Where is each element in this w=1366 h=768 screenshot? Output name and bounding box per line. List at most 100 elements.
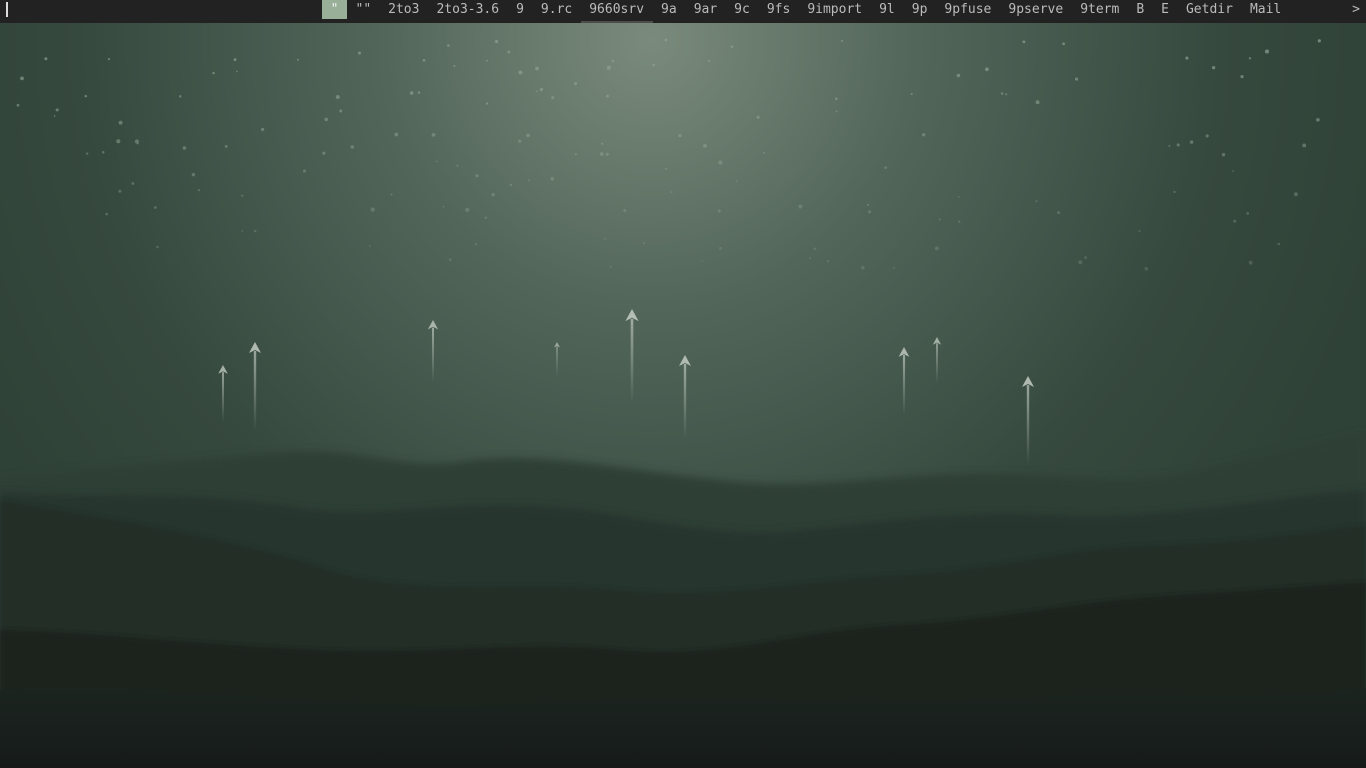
star [1185, 56, 1189, 60]
star [1316, 117, 1320, 122]
star [253, 229, 257, 233]
star [938, 218, 941, 221]
menu-item[interactable]: 9import [799, 0, 871, 19]
menu-item[interactable]: 9660srv [580, 0, 653, 23]
star [762, 151, 765, 154]
star [707, 59, 711, 62]
star [84, 94, 88, 98]
star [53, 115, 56, 117]
star [486, 59, 488, 62]
star [1232, 170, 1234, 172]
star [609, 265, 612, 268]
more-items-arrow[interactable]: > [1352, 0, 1360, 19]
menu-item[interactable]: 9pserve [1000, 0, 1072, 19]
menu-items: " "" 2to3 2to3-3.6 9 9.rc 9660srv 9a 9ar 9c 9fs 9im… [322, 0, 1290, 23]
star [324, 117, 328, 122]
star [370, 207, 375, 212]
menu-item[interactable]: 9 [508, 0, 533, 19]
star [1084, 256, 1087, 259]
star [957, 195, 960, 198]
menu-item[interactable]: 9c [726, 0, 759, 19]
star [528, 179, 530, 182]
star [670, 191, 673, 193]
star [813, 247, 817, 251]
star [224, 144, 228, 148]
menu-item[interactable]: 2to3 [380, 0, 428, 19]
menu-item[interactable]: 9pfuse [936, 0, 1000, 19]
star [241, 230, 244, 232]
star [1205, 134, 1209, 138]
menu-item[interactable]: Getdir [1177, 0, 1241, 19]
menu-item[interactable]: 9term [1072, 0, 1128, 19]
star [1233, 219, 1237, 223]
star [1176, 143, 1180, 147]
star [834, 97, 838, 101]
star [605, 152, 609, 156]
star [1221, 153, 1226, 157]
menu-item[interactable]: E [1153, 0, 1178, 19]
star [394, 132, 399, 137]
menu-bar: " "" 2to3 2to3-3.6 9 9.rc 9660srv 9a 9ar 9c 9fs 9im… [0, 0, 1366, 23]
star [1144, 267, 1149, 271]
star [652, 63, 656, 67]
star [718, 160, 723, 165]
star [475, 243, 478, 246]
star [719, 247, 722, 250]
star [601, 142, 604, 145]
star [453, 64, 456, 67]
menu-item[interactable]: B [1128, 0, 1153, 19]
menu-item[interactable]: "" [347, 0, 380, 19]
menu-item[interactable]: Mail [1241, 0, 1289, 19]
star [1168, 144, 1171, 147]
star [1075, 77, 1079, 81]
star [260, 127, 265, 132]
star [826, 259, 830, 263]
star [191, 172, 196, 177]
star [574, 153, 577, 156]
star [893, 266, 896, 269]
star [1248, 260, 1253, 265]
star [664, 38, 668, 42]
star [475, 174, 479, 178]
star [233, 58, 237, 62]
star [1248, 57, 1252, 60]
star [116, 139, 121, 144]
star [910, 93, 913, 96]
menu-item[interactable]: 2to3-3.6 [428, 0, 508, 19]
command-prompt[interactable] [0, 0, 320, 23]
star [606, 94, 609, 98]
menu-item[interactable]: 9p [903, 0, 936, 19]
star [756, 115, 760, 119]
star [20, 76, 24, 81]
star [1173, 190, 1176, 193]
menu-item[interactable]: 9.rc [532, 0, 580, 19]
menu-item[interactable]: 9ar [685, 0, 725, 19]
menu-item[interactable]: 9fs [758, 0, 798, 19]
star [448, 258, 452, 262]
star [518, 139, 522, 143]
star [431, 133, 436, 137]
star [518, 70, 523, 75]
menu-item[interactable]: " [322, 0, 347, 19]
star [539, 87, 544, 92]
star [703, 143, 707, 148]
star [322, 151, 326, 155]
desktop-wallpaper [0, 0, 1366, 768]
star [526, 133, 530, 138]
star [701, 259, 704, 262]
desktop: " "" 2to3 2to3-3.6 9 9.rc 9660srv 9a 9ar 9c 9fs 9im… [0, 0, 1366, 768]
star [956, 73, 961, 78]
star [835, 110, 838, 113]
star [860, 265, 865, 270]
star [1057, 211, 1061, 215]
star [642, 242, 646, 245]
star [212, 71, 215, 75]
star [1035, 200, 1038, 203]
menu-item[interactable]: 9l [871, 0, 904, 19]
star [422, 58, 426, 62]
menu-item[interactable]: 9a [653, 0, 686, 19]
star [1277, 242, 1281, 246]
star [717, 209, 721, 213]
star [134, 139, 139, 144]
star [339, 109, 343, 113]
